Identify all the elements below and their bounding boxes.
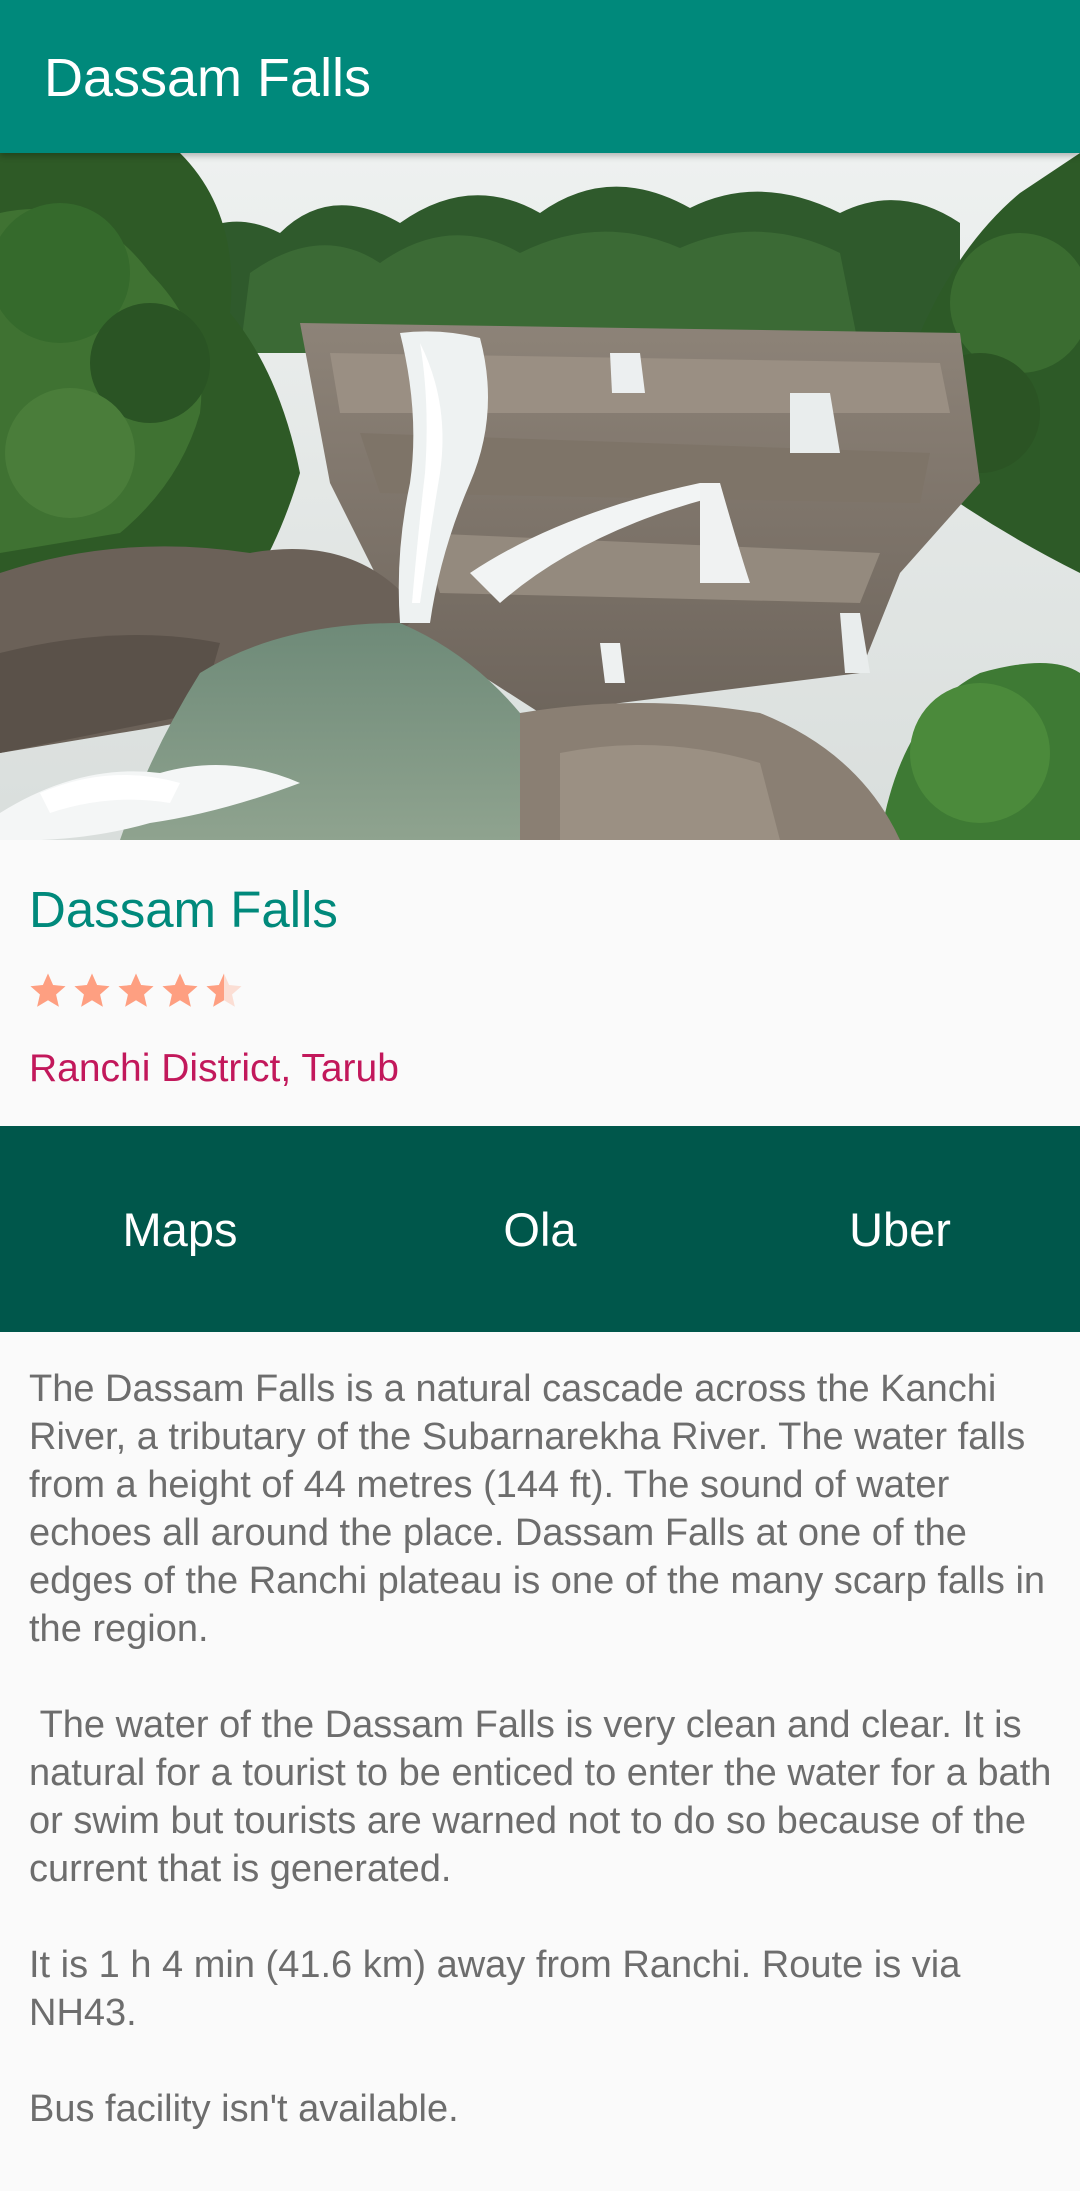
description-paragraph: It is 1 h 4 min (41.6 km) away from Ranc… bbox=[29, 1944, 971, 2034]
description: The Dassam Falls is a natural cascade ac… bbox=[29, 1365, 1054, 2191]
description-paragraph: Bus facility isn't available. bbox=[29, 2088, 459, 2130]
description-paragraph: The Dassam Falls is a natural cascade ac… bbox=[29, 1368, 1046, 1650]
star-icon bbox=[206, 973, 242, 1007]
description-paragraph: The water of the Dassam Falls is very cl… bbox=[29, 1704, 1052, 1890]
place-location: Ranchi District, Tarub bbox=[29, 1047, 399, 1090]
star-icon bbox=[30, 973, 66, 1007]
hero-image bbox=[0, 153, 1080, 840]
ola-button[interactable]: Ola bbox=[360, 1126, 720, 1332]
uber-button[interactable]: Uber bbox=[720, 1126, 1080, 1332]
star-icon bbox=[74, 973, 110, 1007]
star-icon bbox=[118, 973, 154, 1007]
app-bar: Dassam Falls bbox=[0, 0, 1080, 153]
app-bar-title: Dassam Falls bbox=[44, 48, 372, 108]
action-bar: Maps Ola Uber bbox=[0, 1126, 1080, 1332]
place-title: Dassam Falls bbox=[29, 881, 338, 938]
place-info: Dassam Falls Ranchi District, Tarub bbox=[0, 840, 1080, 1126]
waterfall-photo bbox=[0, 153, 1080, 840]
star-icon bbox=[162, 973, 198, 1007]
rating-bar bbox=[27, 970, 245, 1014]
maps-button[interactable]: Maps bbox=[0, 1126, 360, 1332]
